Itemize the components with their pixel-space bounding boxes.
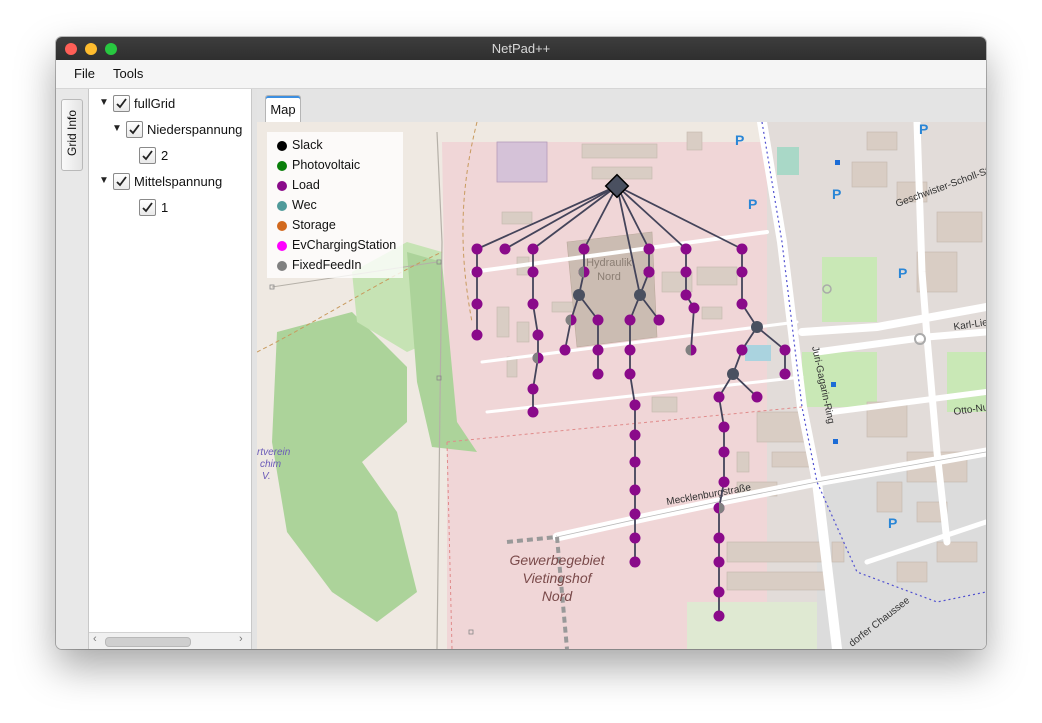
legend-dot-icon (277, 181, 287, 191)
legend-dot-icon (277, 201, 287, 211)
checkbox-niederspannung[interactable] (126, 121, 143, 138)
check-icon (142, 150, 153, 161)
checkbox-mittelspannung[interactable] (113, 173, 130, 190)
parking-icon: P (888, 515, 897, 531)
expand-arrow-icon[interactable]: ▼ (99, 97, 109, 108)
map-label-area-1: Gewerbegebiet (510, 552, 606, 568)
map-label-club-1: rtverein (257, 447, 291, 458)
scroll-right-icon[interactable]: › (239, 633, 243, 645)
legend-dot-icon (277, 161, 287, 171)
map-label-club-2: chim (260, 459, 281, 470)
tree-label-fullgrid: fullGrid (134, 96, 176, 111)
tree-node-1[interactable]: 1 (137, 198, 237, 218)
check-icon (142, 202, 153, 213)
menu-bar: File Tools (56, 60, 986, 89)
checkbox-2[interactable] (139, 147, 156, 164)
grid-info-tab[interactable]: Grid Info (61, 99, 83, 171)
map-legend: Slack Photovoltaic Load Wec Storage EvCh… (267, 132, 403, 278)
legend-dot-icon (277, 241, 287, 251)
check-icon (116, 98, 127, 109)
map-label-area-2: Vietingshof (522, 570, 593, 586)
window-title: NetPad++ (491, 41, 551, 56)
map-view[interactable]: Hydraulik Nord Gewerbegebiet Vietingshof… (257, 122, 986, 649)
left-side-strip: Grid Info (56, 89, 89, 649)
map-label-hydraulik-nord: Nord (597, 271, 621, 283)
menu-tools[interactable]: Tools (113, 66, 143, 81)
tree-label-1: 1 (161, 200, 169, 215)
parking-icon: P (748, 196, 757, 212)
grid-tree: ▼ fullGrid ▼ Niederspannung 2 ▼ Mittelsp… (89, 89, 252, 649)
parking-icon: P (919, 122, 928, 137)
tree-node-mittelspannung[interactable]: ▼ Mittelspannung (99, 172, 249, 192)
tree-label-mittelspannung: Mittelspannung (134, 174, 223, 189)
tree-label-niederspannung: Niederspannung (147, 122, 243, 137)
legend-dot-icon (277, 141, 287, 151)
parking-icon: P (898, 265, 907, 281)
title-bar: NetPad++ (56, 37, 986, 60)
check-icon (116, 176, 127, 187)
parking-icon: P (735, 132, 744, 148)
map-label-club-3: V. (262, 471, 271, 482)
tab-bar: Map (257, 89, 986, 123)
legend-dot-icon (277, 261, 287, 271)
scrollbar-thumb[interactable] (105, 637, 191, 647)
tree-label-2: 2 (161, 148, 169, 163)
checkbox-fullgrid[interactable] (113, 95, 130, 112)
tree-node-fullgrid[interactable]: ▼ fullGrid (99, 94, 249, 114)
legend-dot-icon (277, 221, 287, 231)
map-label-area-3: Nord (542, 588, 574, 604)
expand-arrow-icon[interactable]: ▼ (99, 175, 109, 186)
parking-icon: P (832, 186, 841, 202)
menu-file[interactable]: File (74, 66, 95, 81)
grid-info-label: Grid Info (65, 109, 79, 157)
check-icon (129, 124, 140, 135)
map-label-hydraulik: Hydraulik (586, 257, 632, 269)
expand-arrow-icon[interactable]: ▼ (112, 123, 122, 134)
tree-node-niederspannung[interactable]: ▼ Niederspannung (112, 120, 249, 140)
app-window: NetPad++ File Tools Grid Info ▼ fullGrid… (56, 37, 986, 649)
scroll-left-icon[interactable]: ‹ (93, 633, 97, 645)
checkbox-1[interactable] (139, 199, 156, 216)
tree-horizontal-scrollbar[interactable]: ‹ › (89, 632, 251, 649)
tab-map[interactable]: Map (265, 95, 301, 123)
tree-node-2[interactable]: 2 (137, 146, 237, 166)
